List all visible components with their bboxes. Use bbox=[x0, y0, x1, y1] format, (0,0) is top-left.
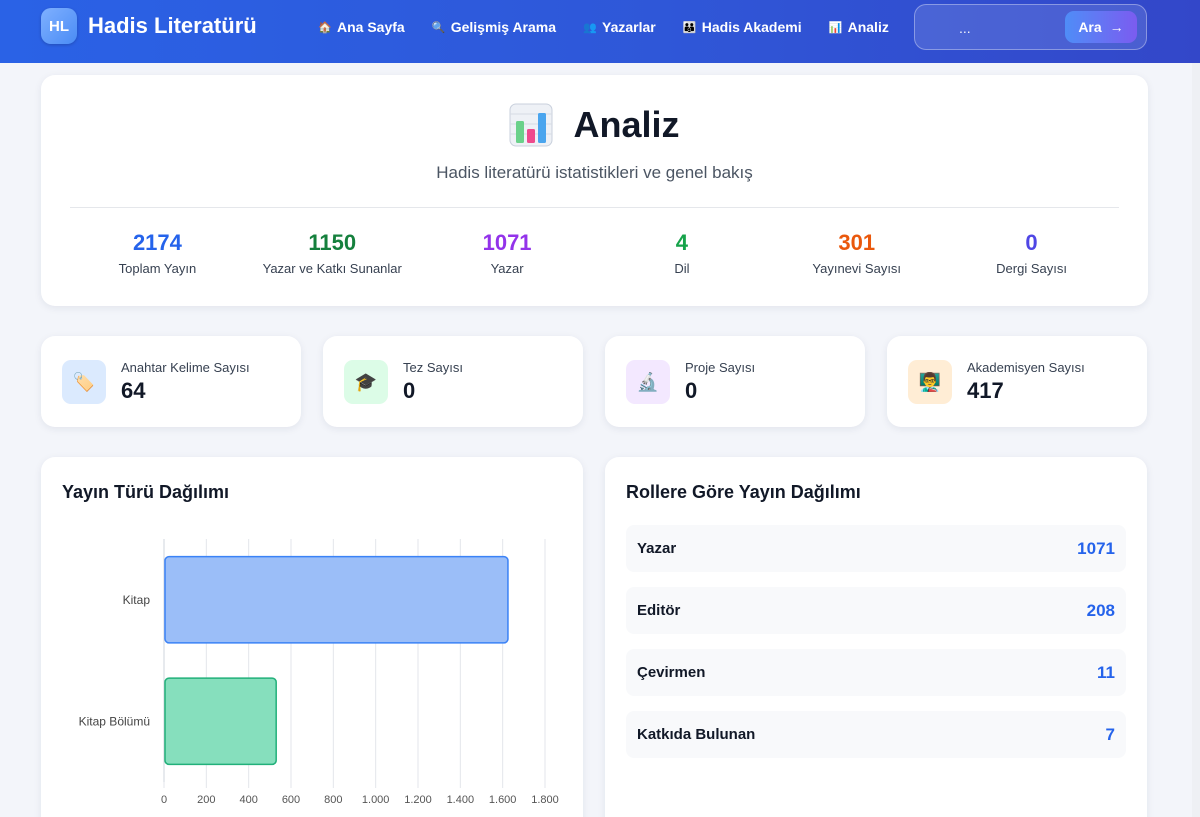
nav-item-yazarlar[interactable]: 👥 Yazarlar bbox=[583, 19, 656, 35]
role-name: Çevirmen bbox=[637, 664, 706, 681]
nav-label: Yazarlar bbox=[602, 19, 656, 35]
page-title: Analiz bbox=[573, 104, 680, 145]
stat-label: Toplam Yayın bbox=[118, 261, 197, 276]
search-box: Ara → bbox=[914, 4, 1147, 50]
role-count: 208 bbox=[1086, 600, 1115, 620]
academy-icon: 👪 bbox=[682, 21, 697, 34]
x-tick-label: 1.400 bbox=[447, 794, 475, 806]
stat-dergi: 0 Dergi Sayısı bbox=[944, 230, 1119, 276]
brand[interactable]: HL Hadis Literatürü bbox=[41, 8, 257, 44]
stat-toplam-yayin: 2174 Toplam Yayın bbox=[70, 230, 245, 276]
bar-kitap bbox=[164, 555, 509, 644]
search-input[interactable] bbox=[927, 14, 1067, 42]
role-row-yazar: Yazar 1071 bbox=[626, 525, 1126, 572]
stat-card-akademisyen: 👨‍🏫 Akademisyen Sayısı 417 bbox=[887, 336, 1147, 427]
role-count: 11 bbox=[1097, 662, 1115, 682]
role-name: Editör bbox=[637, 602, 681, 619]
search-button-label: Ara bbox=[1078, 19, 1102, 35]
stat-value: 2174 bbox=[132, 230, 182, 255]
tag-icon: 🏷️ bbox=[62, 360, 106, 404]
stat-value: 0 bbox=[1025, 230, 1038, 255]
arrow-right-icon: → bbox=[1109, 19, 1124, 35]
nav-item-hadis-akademi[interactable]: 👪 Hadis Akademi bbox=[683, 19, 802, 35]
nav-label: Analiz bbox=[847, 19, 889, 35]
page-title-row: Analiz bbox=[41, 103, 1148, 147]
stat-dil: 4 Dil bbox=[594, 230, 769, 276]
stat-card-value: 64 bbox=[121, 378, 146, 403]
publication-type-chart: 0 200 400 600 800 1.000 1.200 1.400 1.600 1.800 Ki… bbox=[79, 539, 559, 806]
stat-card-label: Anahtar Kelime Sayısı bbox=[121, 360, 250, 375]
stat-label: Yazar ve Katkı Sunanlar bbox=[262, 261, 402, 276]
search-button[interactable]: Ara → bbox=[1065, 11, 1137, 43]
page-subtitle: Hadis literatürü istatistikleri ve genel… bbox=[436, 163, 753, 182]
house-icon: 🏠 bbox=[318, 21, 332, 34]
panel-title: Rollere Göre Yayın Dağılımı bbox=[626, 482, 861, 502]
stat-label: Dergi Sayısı bbox=[996, 261, 1067, 276]
nav-item-analiz[interactable]: 📊 Analiz bbox=[829, 19, 889, 35]
top-navbar: HL Hadis Literatürü 🏠 Ana Sayfa 🔍 Gelişm… bbox=[0, 0, 1200, 63]
x-tick-label: 800 bbox=[324, 794, 342, 806]
x-tick-label: 1.200 bbox=[404, 794, 432, 806]
nav-label: Ana Sayfa bbox=[337, 19, 405, 35]
nav-label: Gelişmiş Arama bbox=[450, 19, 557, 35]
bar-kitap-bolumu bbox=[164, 677, 277, 766]
bar-chart-icon: 📊 bbox=[828, 21, 843, 34]
x-tick-label: 400 bbox=[239, 794, 257, 806]
x-tick-label: 200 bbox=[197, 794, 215, 806]
role-row-editor: Editör 208 bbox=[626, 587, 1126, 634]
stat-label: Yazar bbox=[490, 261, 524, 276]
main-nav: 🏠 Ana Sayfa 🔍 Gelişmiş Arama 👥 Yazarlar … bbox=[318, 0, 916, 54]
x-tick-label: 600 bbox=[282, 794, 300, 806]
graduation-cap-icon: 🎓 bbox=[344, 360, 388, 404]
stat-yazar-ve-katki: 1150 Yazar ve Katkı Sunanlar bbox=[245, 230, 420, 276]
role-count: 1071 bbox=[1077, 538, 1115, 558]
stat-value: 1071 bbox=[482, 230, 532, 255]
x-tick-label: 0 bbox=[161, 794, 167, 806]
nav-item-gelismis-arama[interactable]: 🔍 Gelişmiş Arama bbox=[432, 19, 556, 35]
role-row-katkida-bulunan: Katkıda Bulunan 7 bbox=[626, 711, 1126, 758]
stat-card-proje: 🔬 Proje Sayısı 0 bbox=[605, 336, 865, 427]
stat-value: 1150 bbox=[308, 230, 357, 255]
role-count: 7 bbox=[1105, 724, 1115, 744]
category-label: Kitap Bölümü bbox=[79, 714, 150, 728]
role-name: Katkıda Bulunan bbox=[637, 726, 756, 743]
stat-card-label: Tez Sayısı bbox=[403, 360, 463, 375]
overview-card: Analiz Hadis literatürü istatistikleri v… bbox=[41, 75, 1148, 306]
stats-row: 2174 Toplam Yayın 1150 Yazar ve Katkı Su… bbox=[70, 230, 1119, 276]
page-scrollbar[interactable] bbox=[1192, 63, 1200, 817]
x-tick-label: 1.000 bbox=[362, 794, 390, 806]
roles-panel: Rollere Göre Yayın Dağılımı Yazar 1071 E… bbox=[605, 457, 1147, 817]
stat-card-tez: 🎓 Tez Sayısı 0 bbox=[323, 336, 583, 427]
publication-type-panel: Yayın Türü Dağılımı 0 200 400 600 800 1.000 1.… bbox=[41, 457, 583, 817]
brand-name: Hadis Literatürü bbox=[88, 13, 257, 38]
search-icon: 🔍 bbox=[431, 21, 446, 34]
stat-card-value: 0 bbox=[685, 378, 698, 403]
divider bbox=[70, 207, 1119, 208]
stat-value: 301 bbox=[838, 230, 876, 255]
stat-value: 4 bbox=[675, 230, 689, 255]
stat-card-anahtar-kelime: 🏷️ Anahtar Kelime Sayısı 64 bbox=[41, 336, 301, 427]
nav-label: Hadis Akademi bbox=[701, 19, 802, 35]
stat-yayinevi: 301 Yayınevi Sayısı bbox=[769, 230, 944, 276]
role-name: Yazar bbox=[637, 540, 677, 557]
role-row-cevirmen: Çevirmen 11 bbox=[626, 649, 1126, 696]
stat-yazar: 1071 Yazar bbox=[420, 230, 595, 276]
nav-item-ana-sayfa[interactable]: 🏠 Ana Sayfa bbox=[318, 19, 405, 35]
brand-logo: HL bbox=[41, 8, 77, 44]
microscope-icon: 🔬 bbox=[626, 360, 670, 404]
people-icon: 👥 bbox=[583, 21, 597, 34]
stat-card-value: 0 bbox=[403, 378, 416, 403]
x-tick-label: 1.800 bbox=[531, 794, 559, 806]
bar-chart-icon bbox=[509, 103, 553, 147]
teacher-icon: 👨‍🏫 bbox=[908, 360, 952, 404]
stat-card-label: Proje Sayısı bbox=[685, 360, 756, 375]
stat-label: Yayınevi Sayısı bbox=[812, 261, 902, 276]
category-label: Kitap bbox=[123, 593, 151, 607]
stat-card-label: Akademisyen Sayısı bbox=[967, 360, 1085, 375]
stat-card-value: 417 bbox=[967, 378, 1004, 403]
x-tick-label: 1.600 bbox=[489, 794, 517, 806]
stat-label: Dil bbox=[674, 261, 690, 276]
